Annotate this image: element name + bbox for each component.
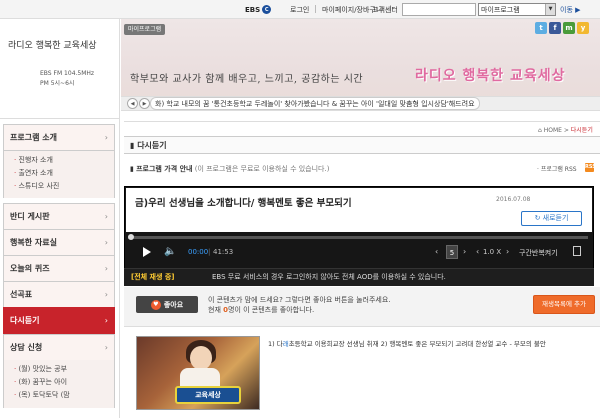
add-to-playlist-button[interactable]: 재생목록에 추가: [533, 295, 595, 314]
program-name[interactable]: 라디오 행복한 교육세상: [8, 38, 97, 51]
yozm-icon[interactable]: y: [577, 22, 589, 34]
sidebar-item-counsel[interactable]: 상담 신청 ›: [3, 334, 115, 361]
chevron-right-icon: ›: [104, 290, 108, 299]
ticker-next-icon[interactable]: ▶: [139, 98, 150, 109]
program-select[interactable]: 마이프로그램 ▼: [478, 3, 556, 16]
time-separator: |: [208, 248, 211, 256]
divider: [124, 121, 600, 122]
login-link[interactable]: 로그인: [290, 5, 309, 15]
frequency-text: EBS FM 104.5MHz: [40, 70, 95, 77]
go-button[interactable]: 이동 ▶: [560, 5, 581, 15]
banner-title: 라디오 행복한 교육세상: [415, 68, 566, 84]
ebs-logo-mark-icon: C: [262, 5, 272, 14]
sidebar-subitem-mon[interactable]: (월) 맛있는 공부: [4, 363, 114, 376]
current-time: 00:00: [188, 248, 209, 256]
rate-up-icon[interactable]: ›: [463, 247, 466, 256]
ticker-text[interactable]: 화) 학교 내모의 꿈 '통건초등학교 두레놀이' 찾아가봤습니다 & 꿈꾸는 …: [150, 97, 480, 110]
price-info: ▮ 프로그램 가격 안내 (이 프로그램은 무료로 이용하실 수 있습니다.): [130, 165, 330, 173]
speed-down-icon[interactable]: ‹: [476, 247, 479, 256]
sidebar-subitem-tue[interactable]: (화) 꿈꾸는 아이: [4, 376, 114, 389]
page-title: ▮ 다시듣기: [130, 141, 167, 150]
divider: [315, 5, 316, 13]
chevron-right-icon: ›: [104, 212, 108, 221]
sidebar-item-archive[interactable]: 행복한 자료실 ›: [3, 229, 115, 256]
facebook-icon[interactable]: f: [549, 22, 561, 34]
sidebar-item-quiz[interactable]: 오늘의 퀴즈 ›: [3, 255, 115, 282]
brand-panel: [0, 19, 120, 119]
player-options-icon[interactable]: [573, 246, 581, 256]
sidebar-subitem-guests[interactable]: 출연자 소개: [4, 167, 114, 180]
sidebar-item-board[interactable]: 반디 게시판 ›: [3, 203, 115, 230]
episode-title: 금)우리 선생님을 소개합니다/ 행복멘토 좋은 부모되기: [135, 198, 352, 209]
twitter-icon[interactable]: t: [535, 22, 547, 34]
like-button[interactable]: ♥ 좋아요: [136, 296, 198, 313]
like-prompt: 이 콘텐츠가 맘에 드세요? 그렇다면 좋아요 버튼을 눌러주세요.: [208, 296, 391, 304]
progress-bar[interactable]: [128, 236, 588, 239]
page-title-bar: [124, 136, 600, 154]
loop-toggle[interactable]: 구간반복켜기: [519, 248, 558, 258]
refresh-icon: ↻: [534, 214, 543, 222]
rate-down-icon[interactable]: ‹: [435, 247, 438, 256]
sidebar-item-intro[interactable]: 프로그램 소개 ›: [3, 124, 115, 151]
episode-date: 2016.07.08: [496, 196, 531, 203]
rss-icon[interactable]: RSS: [585, 163, 596, 172]
sidebar-item-playlist[interactable]: 선곡표 ›: [3, 281, 115, 308]
sidebar-subitem-host[interactable]: 진행자 소개: [4, 154, 114, 167]
heart-icon: ♥: [150, 299, 161, 310]
ebs-logo[interactable]: EBS C: [245, 3, 272, 16]
sidebar-item-replay[interactable]: 다시듣기 ›: [3, 307, 115, 334]
playback-speed: 1.0 X: [483, 248, 502, 256]
rss-link[interactable]: · 프로그램 RSS: [537, 164, 577, 173]
chevron-right-icon: ›: [104, 264, 108, 273]
video-description[interactable]: 1) 다래초등학교 이용희교장 선생님 취재 2) 행복멘토 좋은 부모되기 고…: [268, 338, 546, 348]
chevron-right-icon: ›: [104, 133, 108, 142]
chevron-right-icon: ›: [104, 316, 108, 325]
rate-value: 5: [446, 245, 458, 259]
play-icon[interactable]: [143, 247, 151, 257]
sidebar-submenu-intro: 진행자 소개 출연자 소개 스튜디오 사진: [3, 151, 115, 198]
total-time: 41:53: [213, 248, 234, 256]
customer-center-link[interactable]: 고객센터: [372, 5, 398, 15]
chevron-right-icon: ›: [104, 238, 108, 247]
thumbnail-person-face: [190, 346, 212, 370]
search-input[interactable]: [402, 3, 476, 16]
sidebar-subitem-studio[interactable]: 스튜디오 사진: [4, 180, 114, 193]
my-program-tag[interactable]: 마이프로그램: [124, 24, 166, 35]
like-count-text: 현재 0명이 이 콘텐츠를 좋아합니다.: [208, 306, 315, 314]
thumbnail-sign: 교육세상: [175, 386, 241, 404]
me2day-icon[interactable]: m: [563, 22, 575, 34]
notice-text: EBS 무료 서비스의 경우 로그인하지 않아도 전체 AOD를 이용하실 수 …: [212, 273, 446, 281]
sidebar-submenu-counsel: (월) 맛있는 공부 (화) 꿈꾸는 아이 (목) 토닥토닥 (맘: [3, 360, 115, 408]
ticker-prev-icon[interactable]: ◀: [127, 98, 138, 109]
chevron-down-icon: ▼: [545, 4, 555, 15]
breadcrumb: ⌂ HOME > 다시듣기: [538, 127, 593, 134]
airtime-text: PM 5시~6시: [40, 80, 75, 87]
sidebar-subitem-thu[interactable]: (목) 토닥토닥 (맘: [4, 389, 114, 402]
chevron-right-icon: ›: [104, 343, 108, 352]
speed-up-icon[interactable]: ›: [506, 247, 509, 256]
banner-slogan: 학부모와 교사가 함께 배우고, 느끼고, 공감하는 시간: [130, 74, 364, 85]
progress-handle[interactable]: [128, 234, 134, 240]
replay-new-button[interactable]: ↻ 새로듣기: [521, 211, 582, 226]
notice-status: [전체 재생 중]: [131, 273, 175, 281]
volume-icon[interactable]: 🔈: [164, 246, 176, 257]
